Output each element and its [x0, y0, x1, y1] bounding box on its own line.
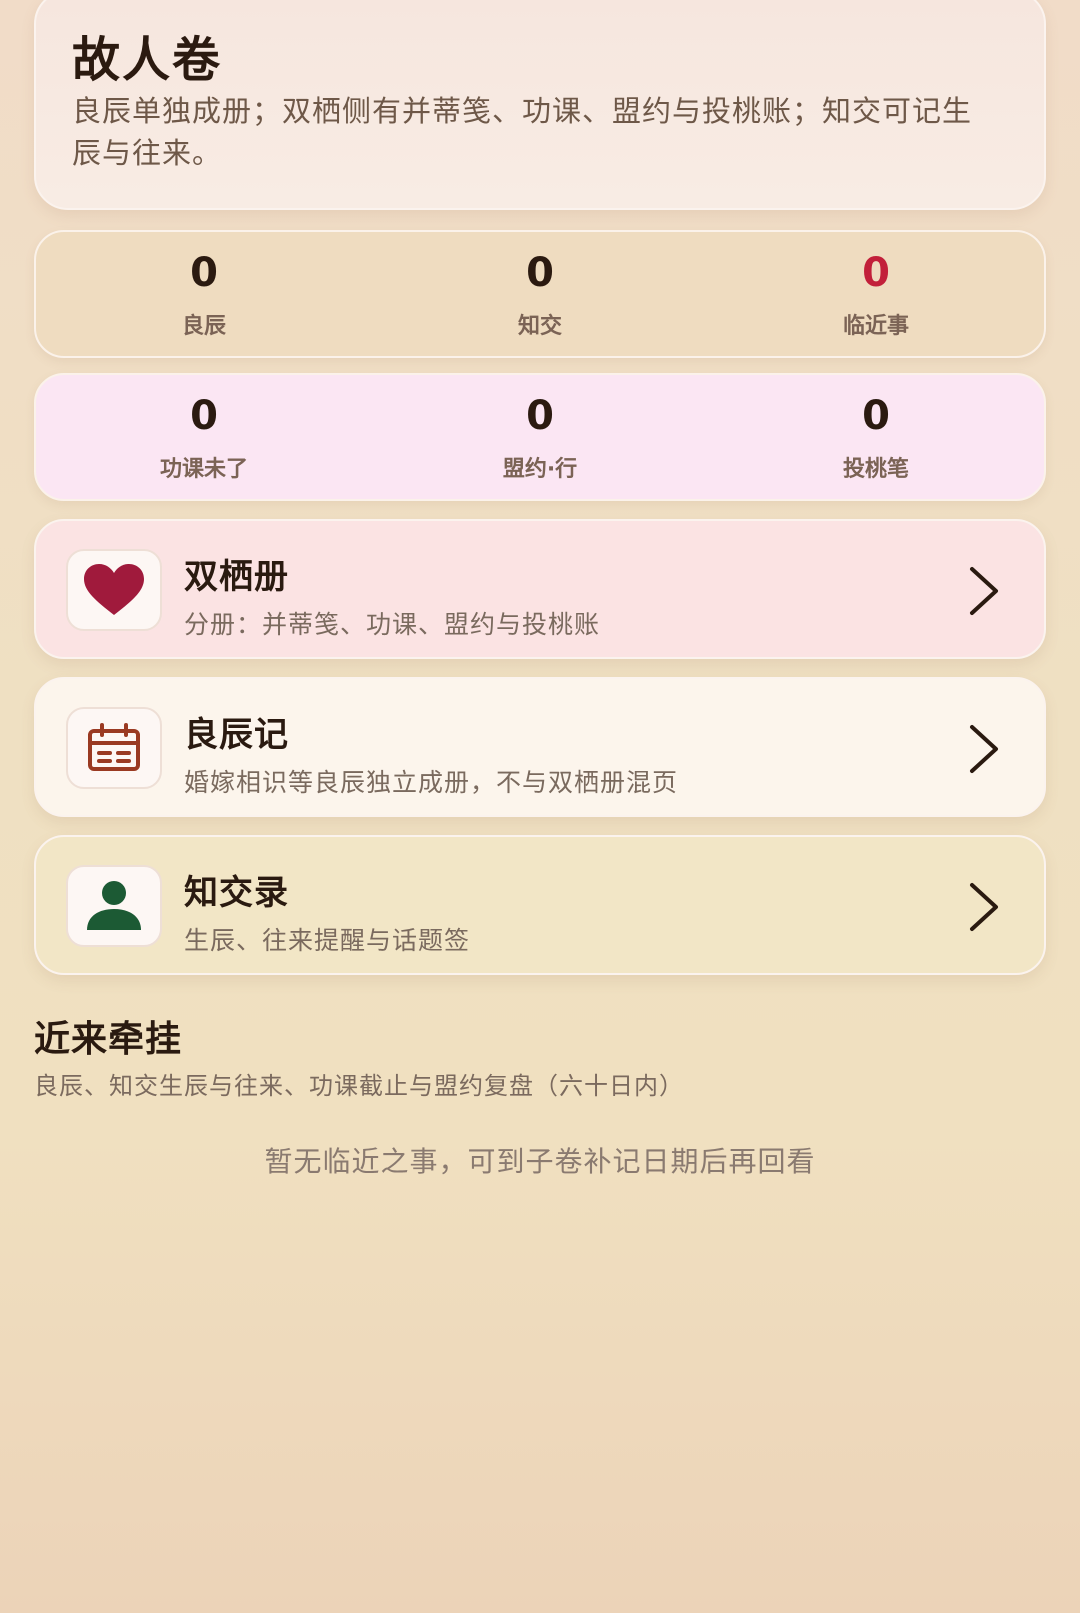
recent-empty-state: 暂无临近之事，可到子卷补记日期后再回看 [264, 1145, 816, 1178]
stat-value: 0 [862, 250, 890, 296]
stat-label: 功课未了 [159, 457, 248, 482]
nav-card-title: 良辰记 [184, 715, 289, 755]
stat-gift-ledger[interactable]: 0 投桃笔 [708, 375, 1044, 499]
stats-panel-primary: 0 良辰 0 知交 0 临近事 [34, 230, 1046, 358]
chevron-right-icon [970, 883, 998, 931]
stat-homework[interactable]: 0 功课未了 [36, 375, 372, 499]
nav-card-subtitle: 生辰、往来提醒与话题签 [184, 926, 471, 955]
nav-card-subtitle: 婚嫁相识等良辰独立成册，不与双栖册混页 [184, 768, 679, 797]
nav-card-title: 双栖册 [184, 557, 289, 597]
header-card: 故人卷 良辰单独成册；双栖侧有并蒂笺、功课、盟约与投桃账；知交可记生辰与往来。 [34, 0, 1046, 210]
nav-card-subtitle: 分册：并蒂笺、功课、盟约与投桃账 [184, 610, 601, 639]
stat-value: 0 [526, 250, 554, 296]
recent-section-subtitle: 良辰、知交生辰与往来、功课截止与盟约复盘（六十日内） [34, 1072, 684, 1100]
stat-liangchen[interactable]: 0 良辰 [36, 232, 372, 356]
heart-icon [84, 564, 144, 615]
chevron-right-icon [970, 567, 998, 615]
stat-value: 0 [862, 393, 890, 439]
recent-section-title: 近来牵挂 [34, 1019, 183, 1060]
page-description: 良辰单独成册；双栖侧有并蒂笺、功课、盟约与投桃账；知交可记生辰与往来。 [72, 94, 973, 170]
stat-zhijiao[interactable]: 0 知交 [372, 232, 708, 356]
stat-label: 知交 [517, 314, 562, 339]
person-icon-box [66, 865, 162, 947]
chevron-right-icon [970, 725, 998, 773]
stat-label: 良辰 [181, 314, 226, 339]
page-title: 故人卷 [72, 32, 223, 88]
calendar-icon-box [66, 707, 162, 789]
stat-label: 盟约·行 [502, 457, 578, 482]
stat-value: 0 [190, 393, 218, 439]
stat-pledge[interactable]: 0 盟约·行 [372, 375, 708, 499]
stat-label: 投桃笔 [842, 457, 909, 482]
stats-panel-secondary: 0 功课未了 0 盟约·行 0 投桃笔 [34, 373, 1046, 501]
nav-card-title: 知交录 [184, 873, 289, 913]
stat-upcoming[interactable]: 0 临近事 [708, 232, 1044, 356]
stat-label: 临近事 [842, 314, 909, 339]
heart-icon-box [66, 549, 162, 631]
stat-value: 0 [526, 393, 554, 439]
calendar-icon [88, 723, 140, 771]
nav-card-friends[interactable]: 知交录 生辰、往来提醒与话题签 [34, 835, 1046, 975]
nav-card-special-days[interactable]: 良辰记 婚嫁相识等良辰独立成册，不与双栖册混页 [34, 677, 1046, 817]
stat-value: 0 [190, 250, 218, 296]
nav-card-couple-book[interactable]: 双栖册 分册：并蒂笺、功课、盟约与投桃账 [34, 519, 1046, 659]
person-icon [87, 881, 141, 930]
